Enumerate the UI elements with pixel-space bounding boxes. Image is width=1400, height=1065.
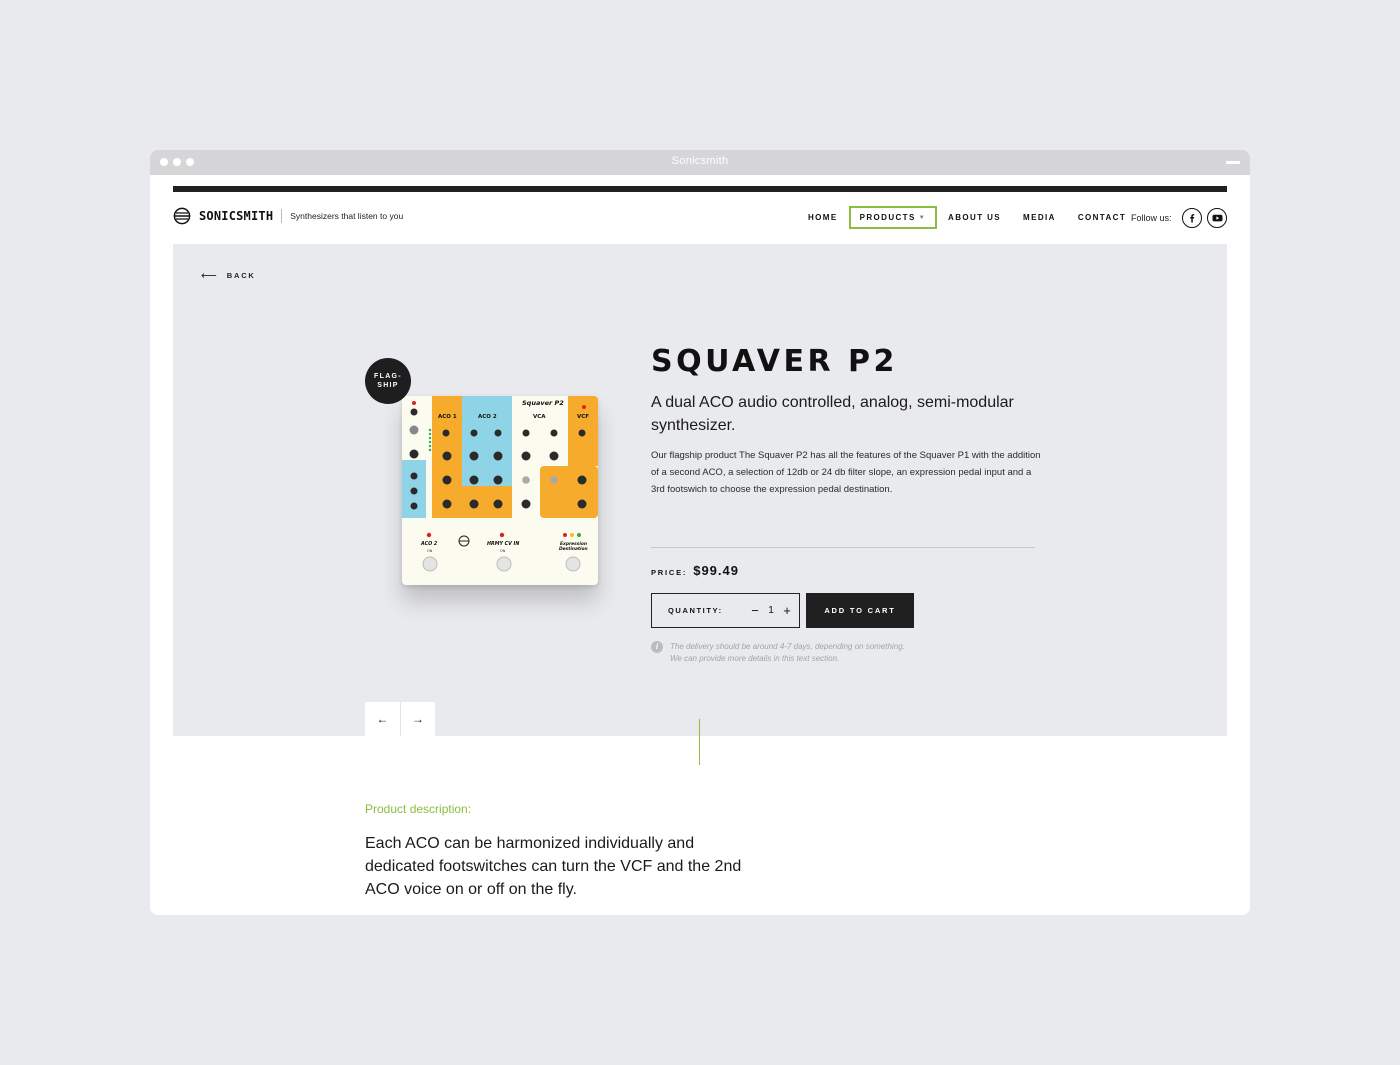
pedal-label-aco2: ACO 2 xyxy=(478,414,497,420)
window-titlebar: Sonicsmith xyxy=(150,150,1250,175)
product-info: SQUAVER P2 A dual ACO audio controlled, … xyxy=(651,344,1041,498)
badge-line-2: SHIP xyxy=(377,382,399,389)
nav-item-products[interactable]: PRODUCTS ▼ xyxy=(848,206,938,229)
site-header: SONICSMITH Synthesizers that listen to y… xyxy=(173,193,1227,243)
pedal-label-footswitch-right-2: Destination xyxy=(559,546,588,552)
follow-label: Follow us: xyxy=(1131,213,1172,223)
delivery-line-1: The delivery should be around 4-7 days, … xyxy=(670,642,905,651)
brand-name: SONICSMITH xyxy=(199,209,274,223)
window-minimize-icon[interactable] xyxy=(1226,161,1240,164)
squaver-pedal-illustration: ACO 1 ACO 2 VCA VCF Squaver P2 ACO 2 HRM… xyxy=(402,396,598,585)
pedal-brand: Squaver P2 xyxy=(522,399,564,407)
back-link[interactable]: ⟵ BACK xyxy=(201,269,256,282)
info-icon: i xyxy=(651,641,663,653)
pedal-label-footswitch-middle: HRMY CV IN xyxy=(487,541,519,547)
flagship-badge: FLAG- SHIP xyxy=(365,358,411,404)
gallery-nav: ← → xyxy=(365,702,435,736)
pedal-label-aco1: ACO 1 xyxy=(438,414,457,420)
pedal-label-footswitch-left: ACO 2 xyxy=(420,541,438,547)
arrow-left-icon: ⟵ xyxy=(201,270,217,282)
sonicsmith-logo-icon xyxy=(173,207,191,225)
pedal-label-on-middle: ON xyxy=(500,549,506,553)
pedal-label-on-left: ON xyxy=(427,549,433,553)
badge-line-1: FLAG- xyxy=(374,373,402,380)
price-divider xyxy=(651,547,1035,548)
nav-item-about-us[interactable]: ABOUT US xyxy=(937,206,1012,229)
quantity-increase-button[interactable]: + xyxy=(780,603,794,618)
product-description-body: Each ACO can be harmonized individually … xyxy=(365,835,742,898)
nav-item-products-label: PRODUCTS xyxy=(859,213,916,222)
logo-divider xyxy=(281,209,283,223)
facebook-icon[interactable] xyxy=(1182,208,1202,228)
product-summary: Our flagship product The Squaver P2 has … xyxy=(651,450,1041,495)
brand-tagline: Synthesizers that listen to you xyxy=(290,211,404,221)
gallery-prev-button[interactable]: ← xyxy=(365,702,400,736)
youtube-icon[interactable] xyxy=(1207,208,1227,228)
product-title: SQUAVER P2 xyxy=(651,344,898,379)
gallery-next-button[interactable]: → xyxy=(400,702,435,736)
nav-item-contact[interactable]: CONTACT xyxy=(1067,206,1137,229)
browser-window: Sonicsmith SONICSMITH Synthesizers that … xyxy=(150,150,1250,915)
product-hero: ⟵ BACK FLAG- SHIP ACO 1 ACO 2 VCA VCF Sq… xyxy=(173,244,1227,736)
product-image[interactable]: ACO 1 ACO 2 VCA VCF Squaver P2 ACO 2 HRM… xyxy=(402,396,598,585)
product-subtitle: A dual ACO audio controlled, analog, sem… xyxy=(651,394,1014,434)
add-to-cart-button[interactable]: ADD TO CART xyxy=(806,593,914,628)
delivery-text: The delivery should be around 4-7 days, … xyxy=(670,641,905,665)
price-row: PRICE: $99.49 xyxy=(651,563,739,578)
site-logo[interactable]: SONICSMITH Synthesizers that listen to y… xyxy=(173,207,403,225)
pedal-label-vcf: VCF xyxy=(577,414,589,420)
quantity-label: QUANTITY: xyxy=(668,606,723,615)
nav-item-media[interactable]: MEDIA xyxy=(1012,206,1067,229)
quantity-stepper: QUANTITY: − 1 + xyxy=(651,593,800,628)
pedal-label-vca: VCA xyxy=(533,414,546,420)
top-accent-bar xyxy=(173,186,1227,192)
quantity-decrease-button[interactable]: − xyxy=(748,603,762,618)
price-value: $99.49 xyxy=(693,563,739,578)
back-label: BACK xyxy=(226,271,256,280)
section-divider-line xyxy=(699,719,700,765)
quantity-value[interactable]: 1 xyxy=(762,605,780,616)
delivery-line-2: We can provide more details in this text… xyxy=(670,654,840,663)
main-nav: HOME PRODUCTS ▼ ABOUT US MEDIA CONTACT xyxy=(797,206,1137,229)
product-description-label: Product description: xyxy=(365,802,472,816)
nav-item-home[interactable]: HOME xyxy=(797,206,849,229)
window-title: Sonicsmith xyxy=(671,155,729,167)
chevron-down-icon: ▼ xyxy=(918,215,927,221)
price-label: PRICE: xyxy=(651,568,688,577)
delivery-note: i The delivery should be around 4-7 days… xyxy=(651,641,905,665)
